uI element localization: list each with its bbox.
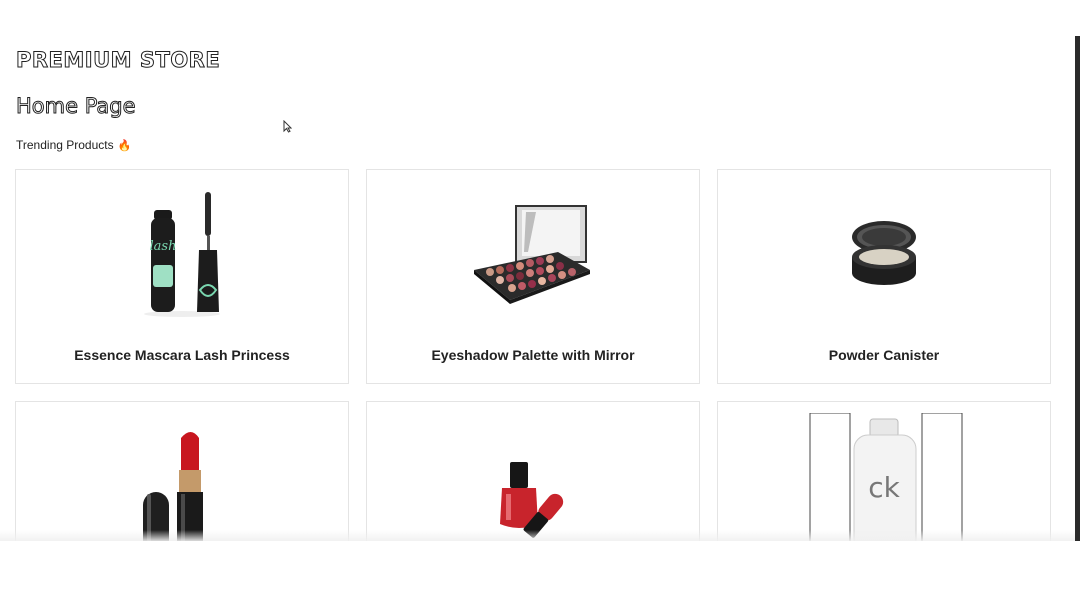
perfume-bottle-icon: ck bbox=[809, 413, 963, 541]
svg-text:lash: lash bbox=[150, 239, 177, 254]
store-brand[interactable]: PREMIUM STORE bbox=[15, 48, 220, 73]
page-title: Home Page bbox=[16, 94, 137, 119]
eyeshadow-palette-icon bbox=[474, 205, 590, 304]
powder-canister-icon bbox=[852, 221, 916, 285]
bottom-fade bbox=[0, 530, 1080, 541]
product-image[interactable] bbox=[718, 180, 1050, 330]
browser-viewport: PREMIUM STORE Home Page Trending Product… bbox=[0, 0, 1080, 541]
mouse-cursor-icon bbox=[283, 120, 292, 133]
product-name[interactable]: Powder Canister bbox=[718, 347, 1050, 363]
section-title-text: Trending Products bbox=[16, 138, 114, 152]
product-image[interactable] bbox=[367, 412, 699, 541]
product-card[interactable]: ck bbox=[717, 401, 1051, 541]
fire-icon: 🔥 bbox=[117, 139, 132, 152]
product-card[interactable]: Eyeshadow Palette with Mirror bbox=[366, 169, 700, 384]
vertical-scrollbar[interactable] bbox=[1075, 36, 1080, 541]
product-image[interactable] bbox=[367, 180, 699, 330]
product-card[interactable] bbox=[366, 401, 700, 541]
lipstick-icon bbox=[143, 432, 203, 541]
svg-text:ck: ck bbox=[868, 471, 900, 504]
product-image[interactable] bbox=[16, 412, 348, 541]
product-card[interactable] bbox=[15, 401, 349, 541]
product-card[interactable]: lash Essence Mascara Lash Princess bbox=[15, 169, 349, 384]
nail-polish-icon bbox=[500, 462, 564, 538]
product-card[interactable]: Powder Canister bbox=[717, 169, 1051, 384]
section-title: Trending Products 🔥 bbox=[16, 138, 131, 152]
mascara-icon: lash bbox=[144, 192, 220, 317]
product-name[interactable]: Eyeshadow Palette with Mirror bbox=[367, 347, 699, 363]
product-name[interactable]: Essence Mascara Lash Princess bbox=[16, 347, 348, 363]
product-image[interactable]: lash bbox=[16, 180, 348, 330]
product-image[interactable]: ck bbox=[718, 408, 1050, 541]
